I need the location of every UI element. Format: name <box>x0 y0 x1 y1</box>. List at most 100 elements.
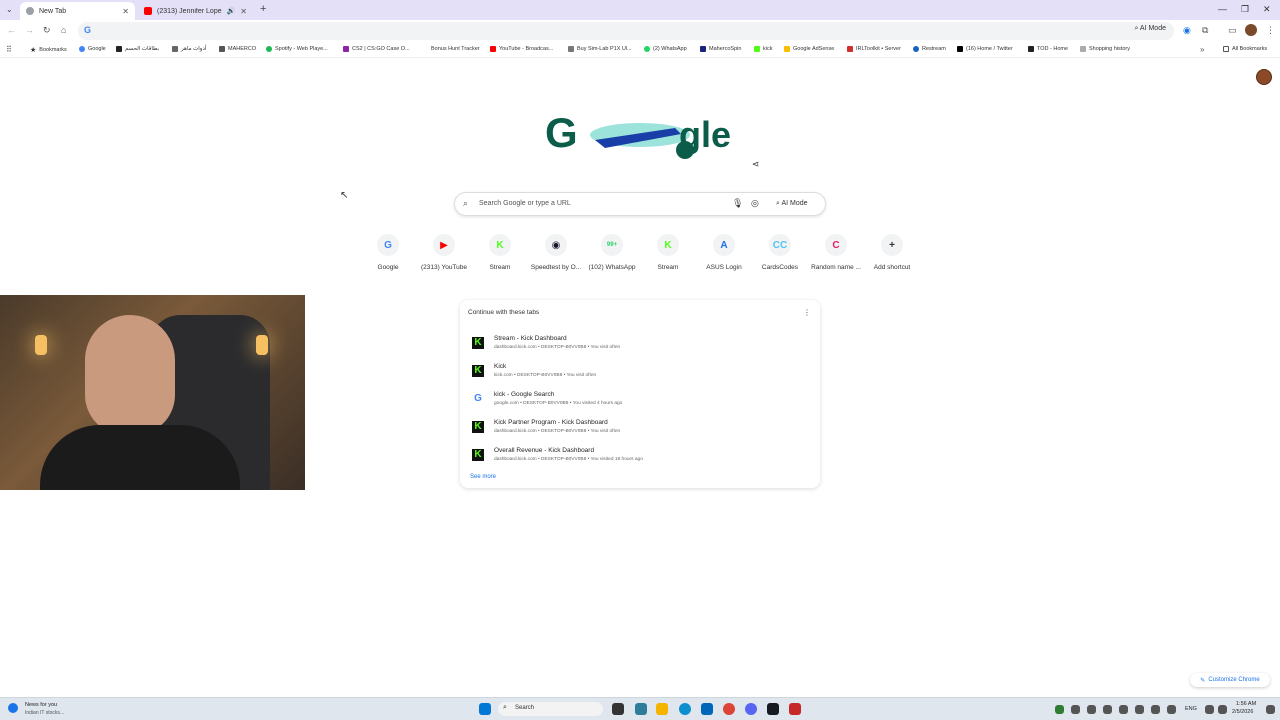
customize-chrome-button[interactable]: ✎ Customize Chrome <box>1190 673 1270 687</box>
bookmark-icon <box>847 46 853 52</box>
apps-icon[interactable]: ⠿ <box>6 45 12 54</box>
speaker-icon[interactable]: 🔊 <box>227 7 236 15</box>
shortcut-tile[interactable]: G Google <box>360 234 416 271</box>
youtube-icon <box>490 46 496 52</box>
cast-icon[interactable]: ▭ <box>1228 25 1237 36</box>
google-doodle[interactable]: G gle <box>545 110 735 160</box>
lens-icon[interactable]: ◎ <box>751 198 759 209</box>
chevron-right-icon[interactable]: » <box>1200 45 1204 54</box>
notification-icon[interactable] <box>1266 705 1275 714</box>
home-icon[interactable]: ⌂ <box>61 25 66 35</box>
menu-icon[interactable]: ⋮ <box>1266 25 1275 36</box>
obs-icon[interactable] <box>789 703 801 715</box>
continue-tab-row[interactable]: Gkick - Google Search google.com • DESKTO… <box>470 389 810 413</box>
chrome-icon[interactable] <box>723 703 735 715</box>
language-indicator[interactable]: ENG <box>1185 706 1197 712</box>
bookmark-item[interactable]: Spotify - Web Playe... <box>266 46 328 52</box>
volume-icon[interactable] <box>1218 705 1227 714</box>
tray-icon[interactable] <box>1167 705 1176 714</box>
shortcut-tile[interactable]: C Random name ... <box>808 234 864 271</box>
bookmark-item[interactable]: MahercoSpin <box>700 46 741 52</box>
tray-icon[interactable] <box>1135 705 1144 714</box>
tab-new-tab[interactable]: New Tab ✕ <box>20 2 135 20</box>
continue-tab-row[interactable]: K Stream - Kick Dashboard dashboard.kick.c… <box>470 333 810 357</box>
back-icon[interactable]: ← <box>7 25 16 35</box>
address-bar[interactable]: G ⌕ AI Mode <box>78 22 1174 40</box>
minimize-icon[interactable]: — <box>1218 4 1227 14</box>
taskbar-search[interactable]: ⌕ Search <box>498 702 603 716</box>
bookmark-item[interactable]: kick <box>754 46 772 52</box>
steam-icon[interactable] <box>767 703 779 715</box>
store-icon[interactable] <box>701 703 713 715</box>
new-tab-plus-icon[interactable]: + <box>260 3 266 15</box>
continue-tab-row[interactable]: K Kick Partner Program - Kick Dashboard da… <box>470 417 810 441</box>
share-icon[interactable]: ⋖ <box>752 159 760 170</box>
shortcut-tile[interactable]: A ASUS Login <box>696 234 752 271</box>
profile-avatar[interactable] <box>1256 69 1272 85</box>
ai-mode-button[interactable]: ⌕ AI Mode <box>776 200 808 208</box>
bookmark-label: أدوات ماهر <box>181 46 207 52</box>
window-close-icon[interactable]: ✕ <box>1263 4 1271 15</box>
shortcut-tile[interactable]: K Stream <box>640 234 696 271</box>
extensions-icon[interactable]: ⧉ <box>1202 25 1208 36</box>
shortcut-icon: G <box>377 234 399 256</box>
audio-icon[interactable]: ◉ <box>1183 25 1191 36</box>
bookmark-item[interactable]: MAHERCO <box>219 46 256 52</box>
microphone-icon[interactable]: 🎙 <box>732 198 743 209</box>
close-icon[interactable]: ✕ <box>122 7 129 16</box>
see-more-link[interactable]: See more <box>470 474 496 480</box>
tray-icon[interactable] <box>1151 705 1160 714</box>
continue-tab-row[interactable]: K Kick kick.com • DESKTOP-B0VV0B8 • You vi… <box>470 361 810 385</box>
bookmark-item[interactable]: أدوات ماهر <box>172 46 206 52</box>
tab-youtube[interactable]: (2313) Jennifer Lopez, Pitb... 🔊 ✕ <box>138 2 253 20</box>
bookmark-item[interactable]: Google AdSense <box>784 46 834 52</box>
bookmark-item[interactable]: CS2 | CS:GO Case O... <box>343 46 410 52</box>
search-box[interactable]: ⌕ Search Google or type a URL 🎙 ◎ ⌕ AI M… <box>454 192 826 216</box>
shortcut-tile[interactable]: K Stream <box>472 234 528 271</box>
task-view-icon[interactable] <box>612 703 624 715</box>
bookmark-item[interactable]: TOD - Home <box>1028 46 1068 52</box>
shortcut-tile[interactable]: ▶ (2313) YouTube <box>416 234 472 271</box>
tray-icon[interactable] <box>1119 705 1128 714</box>
continue-tab-row[interactable]: K Overall Revenue - Kick Dashboard dashboa… <box>470 445 810 469</box>
file-explorer-icon[interactable] <box>656 703 668 715</box>
bookmark-item[interactable]: (2) WhatsApp <box>644 46 687 52</box>
bookmark-item[interactable]: ★ Bookmarks <box>30 46 67 54</box>
more-options-icon[interactable]: ⋮ <box>803 308 811 317</box>
continue-tab-title: Kick Partner Program - Kick Dashboard <box>494 419 608 426</box>
all-bookmarks[interactable]: All Bookmarks <box>1223 46 1267 52</box>
ai-mode-button[interactable]: ⌕ AI Mode <box>1134 25 1166 33</box>
tray-icon[interactable] <box>1103 705 1112 714</box>
edge-icon[interactable] <box>679 703 691 715</box>
restore-icon[interactable]: ❐ <box>1241 4 1249 15</box>
tab-search-icon[interactable]: ⌄ <box>6 5 13 14</box>
forward-icon[interactable]: → <box>25 25 34 35</box>
bookmark-item[interactable]: Restream <box>913 46 946 52</box>
bookmark-label: (16) Home / Twitter <box>966 46 1013 52</box>
tray-icon[interactable] <box>1071 705 1080 714</box>
bookmark-item[interactable]: Buy Sim-Lab P1X Ul... <box>568 46 632 52</box>
windows-start-icon[interactable] <box>479 703 491 715</box>
continue-tabs-panel: Continue with these tabs ⋮ K Stream - Kic… <box>460 300 820 488</box>
bookmark-item[interactable]: YouTube - Broadcas... <box>490 46 553 52</box>
profile-avatar[interactable] <box>1245 24 1257 36</box>
reload-icon[interactable]: ↻ <box>43 25 51 36</box>
close-icon[interactable]: ✕ <box>240 7 247 16</box>
app-icon[interactable] <box>635 703 647 715</box>
tray-icon[interactable] <box>1055 705 1064 714</box>
bookmark-item[interactable]: Google <box>79 46 106 52</box>
tray-icon[interactable] <box>1087 705 1096 714</box>
wifi-icon[interactable] <box>1205 705 1214 714</box>
bookmark-item[interactable]: (16) Home / Twitter <box>957 46 1013 52</box>
shortcut-tile[interactable]: CC CardsCodes <box>752 234 808 271</box>
bookmark-item[interactable]: Shopping history <box>1080 46 1130 52</box>
shortcut-tile[interactable]: ◉ Speedtest by O... <box>528 234 584 271</box>
bookmark-item[interactable]: بطاقات الحسم <box>116 46 159 52</box>
shortcut-tile[interactable]: + Add shortcut <box>864 234 920 271</box>
discord-icon[interactable] <box>745 703 757 715</box>
clock-date[interactable]: 2/5/2026 <box>1232 709 1253 715</box>
bookmark-item[interactable]: Bonus Hunt Tracker <box>422 46 480 52</box>
clock-time[interactable]: 1:56 AM <box>1236 701 1256 707</box>
shortcut-tile[interactable]: 99+ (102) WhatsApp <box>584 234 640 271</box>
bookmark-item[interactable]: IRLToolkit • Server <box>847 46 901 52</box>
